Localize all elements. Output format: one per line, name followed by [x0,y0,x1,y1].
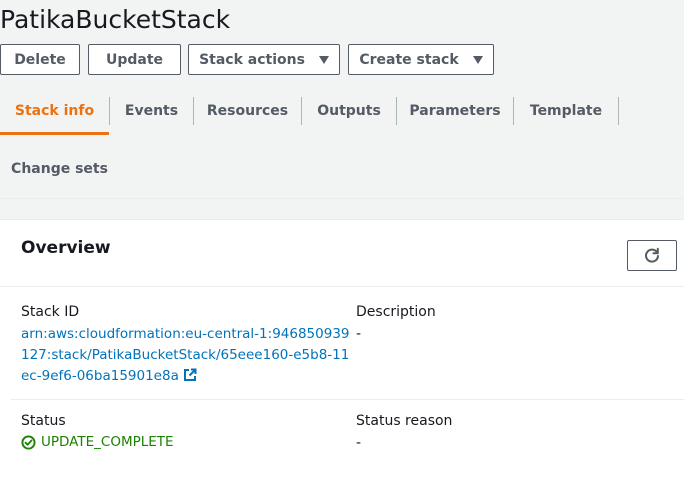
tab-outputs[interactable]: Outputs [302,87,396,135]
delete-button[interactable]: Delete [0,44,80,75]
overview-header-divider [0,286,684,287]
status-value: UPDATE_COMPLETE [41,434,174,450]
overview-row-divider [11,399,684,400]
tab-label: Stack info [14,103,95,119]
tab-resources[interactable]: Resources [194,87,301,135]
tab-bar-divider [0,198,684,199]
description-label: Description [356,304,436,320]
tab-label: Resources [206,103,289,119]
status-label: Status [21,413,66,429]
status-reason-value: - [356,435,362,451]
tab-label: Change sets [11,161,108,177]
tab-events[interactable]: Events [110,87,193,135]
tab-change-sets[interactable]: Change sets [0,145,119,193]
stack-actions-button[interactable]: Stack actions [188,44,340,75]
tab-parameters[interactable]: Parameters [397,87,513,135]
external-link-icon [183,368,197,381]
stack-id-link[interactable]: arn:aws:cloudformation:eu-central-1:9468… [21,324,351,387]
tab-label: Parameters [409,103,501,119]
refresh-icon [645,247,659,263]
tab-divider [618,97,619,125]
tab-stack-info[interactable]: Stack info [0,87,109,135]
page-title: PatikaBucketStack [0,5,231,34]
refresh-button[interactable] [627,240,677,271]
check-circle-icon [21,434,36,450]
delete-button-label: Delete [14,51,66,68]
caret-down-icon [472,55,483,64]
update-button-label: Update [105,51,164,68]
tab-label: Outputs [317,103,381,119]
status-reason-label: Status reason [356,413,453,429]
tab-template[interactable]: Template [514,87,618,135]
create-stack-label: Create stack [359,51,459,68]
status-indicator: UPDATE_COMPLETE [21,434,174,450]
description-value: - [356,326,362,342]
overview-title: Overview [21,238,111,258]
create-stack-button[interactable]: Create stack [348,44,494,75]
update-button[interactable]: Update [88,44,181,75]
tab-label: Template [529,103,603,119]
stack-actions-label: Stack actions [199,51,305,68]
tab-label: Events [124,103,179,119]
stack-id-label: Stack ID [21,304,80,320]
caret-down-icon [318,55,329,64]
